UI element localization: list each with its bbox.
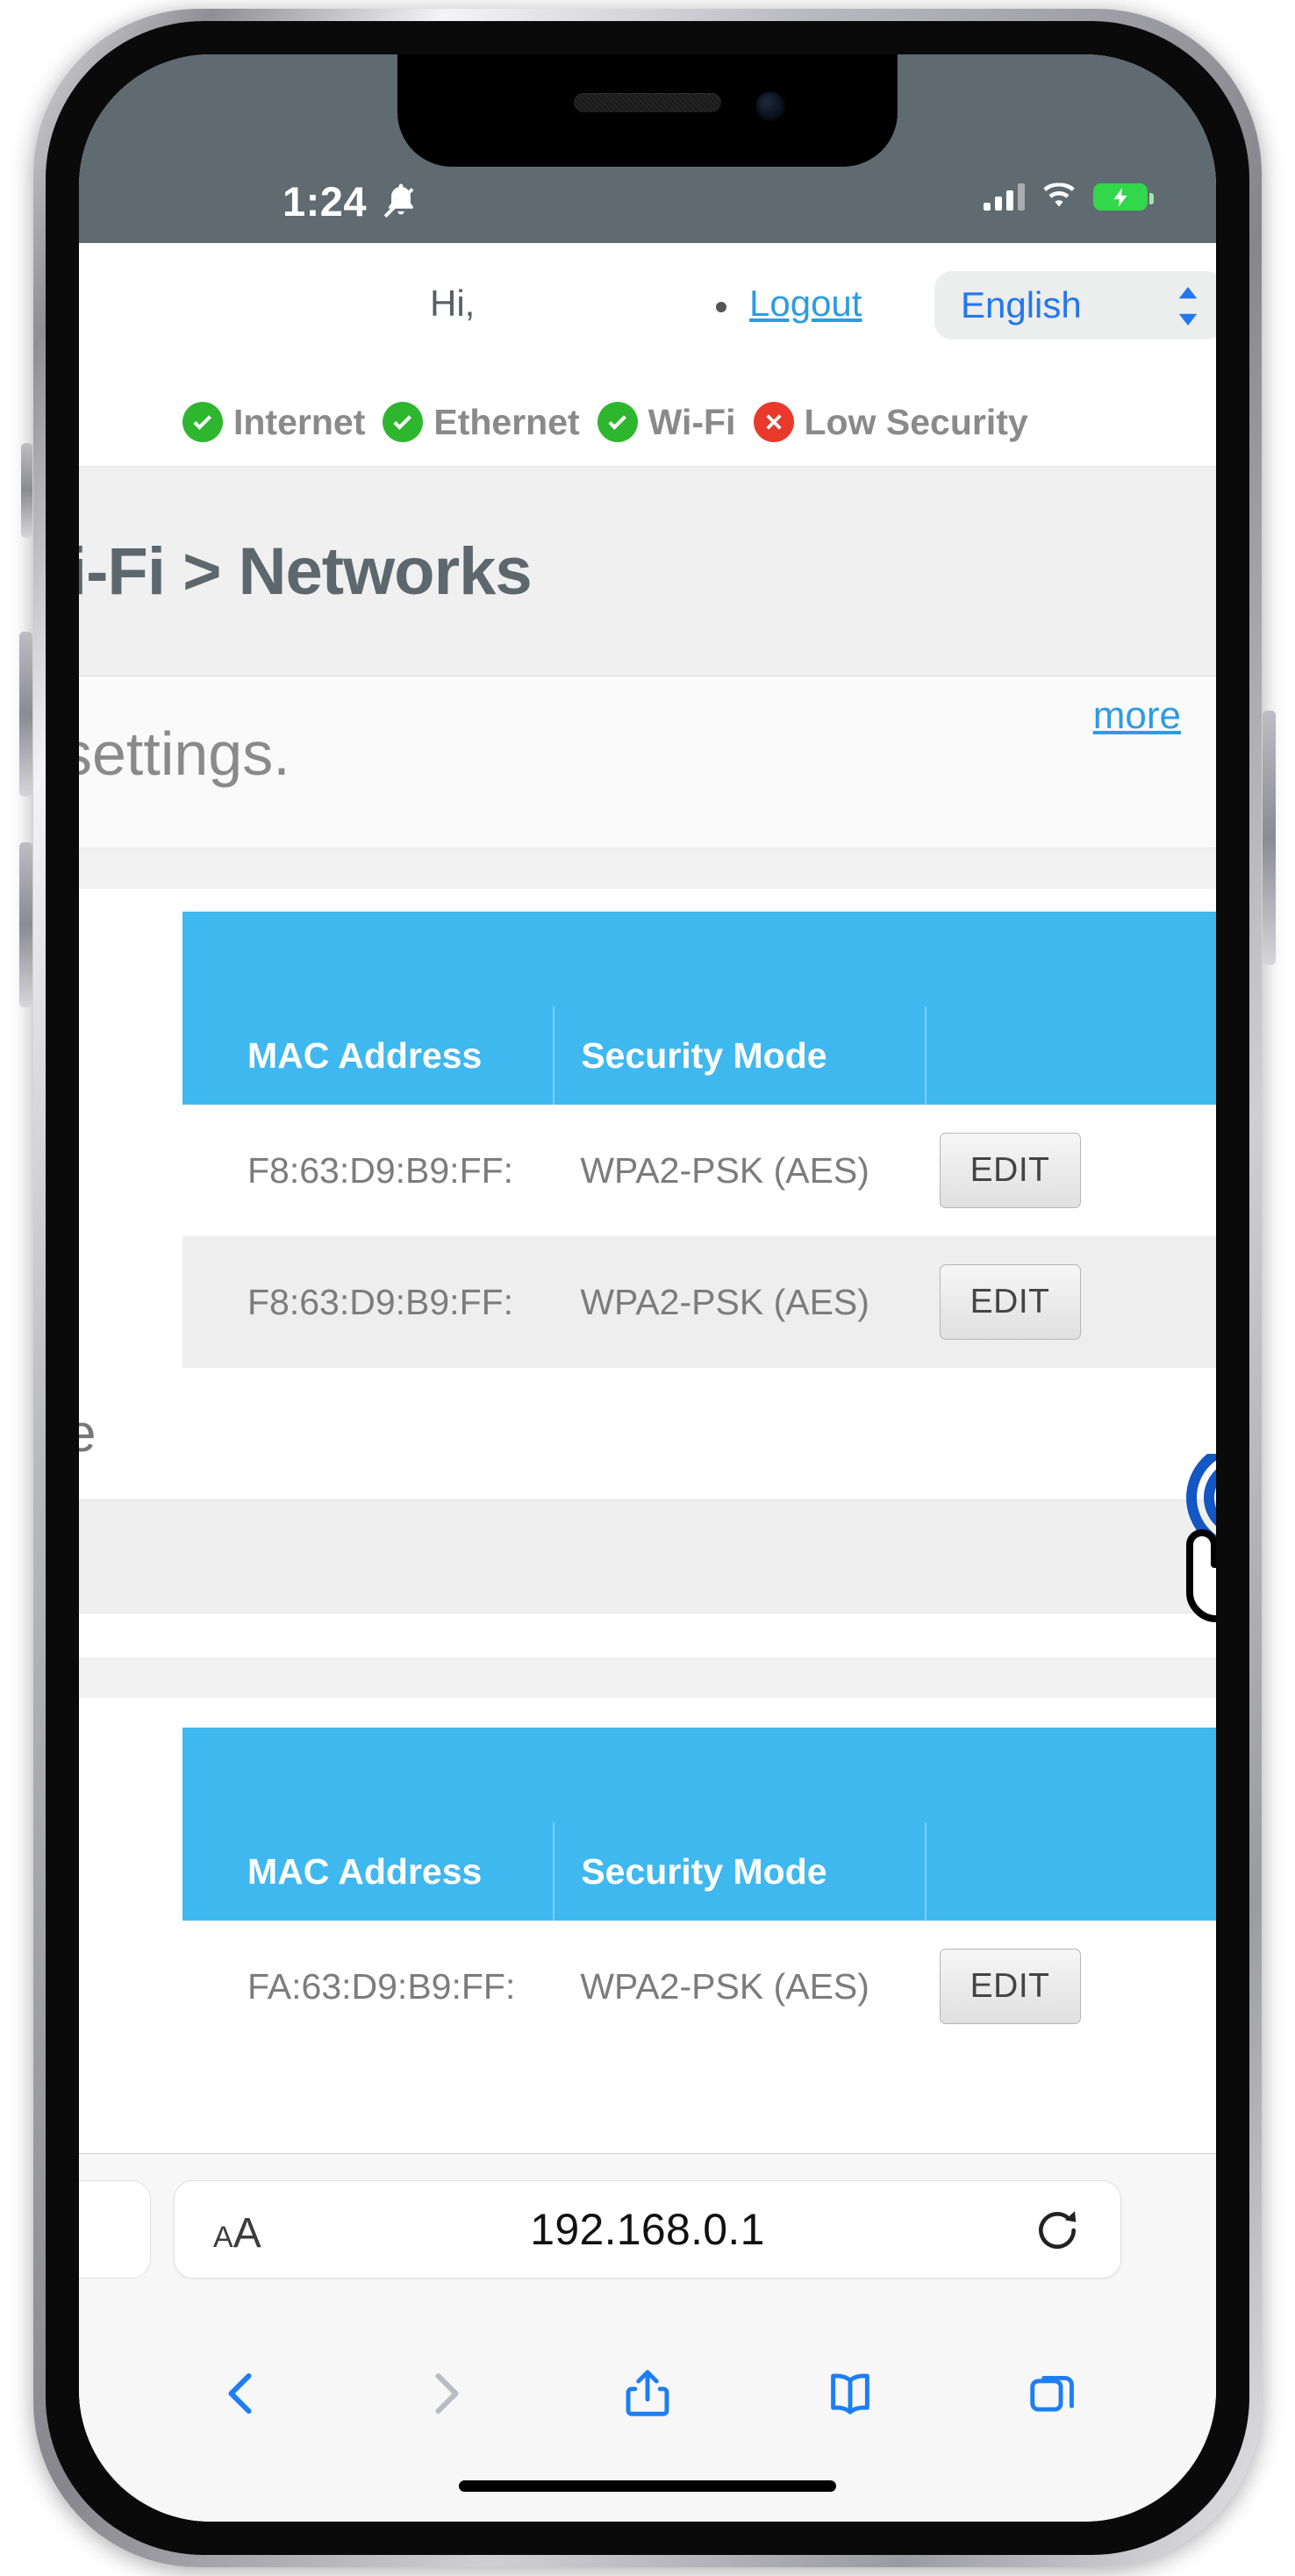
column-header-mac: MAC Address bbox=[182, 1822, 554, 1921]
table-row: F8:63:D9:B9:FF: WPA2-PSK (AES) EDIT bbox=[182, 1236, 1216, 1368]
front-camera bbox=[755, 91, 785, 121]
table-caption-bar bbox=[182, 1728, 1216, 1822]
clipped-text: e bbox=[79, 1404, 97, 1463]
forward-button[interactable] bbox=[411, 2360, 478, 2427]
logout-link[interactable]: Logout bbox=[749, 283, 862, 325]
cell-security: WPA2-PSK (AES) bbox=[554, 1236, 926, 1368]
check-circle-icon bbox=[597, 402, 638, 442]
tabs-button[interactable] bbox=[1020, 2360, 1086, 2427]
section-spacer bbox=[79, 1614, 1216, 1657]
url-text[interactable]: 192.168.0.1 bbox=[175, 2204, 1120, 2255]
share-button[interactable] bbox=[614, 2360, 681, 2427]
battery-charging-icon bbox=[1093, 182, 1154, 211]
check-circle-icon bbox=[182, 402, 223, 442]
chevron-updown-icon bbox=[1178, 287, 1198, 326]
text-size-button[interactable]: AA bbox=[213, 2209, 261, 2258]
table-caption-bar bbox=[182, 912, 1216, 1006]
breadcrumb: i-Fi > Networks bbox=[79, 533, 533, 609]
column-header-actions bbox=[924, 1822, 1216, 1921]
description-text: settings. bbox=[79, 719, 290, 788]
breadcrumb-bar: i-Fi > Networks bbox=[79, 466, 1216, 676]
gray-strip bbox=[79, 1499, 1216, 1614]
table-header-row: MAC Address Security Mode bbox=[182, 1822, 1216, 1921]
status-chip-wifi[interactable]: Wi-Fi bbox=[597, 402, 736, 443]
cell-actions: EDIT bbox=[925, 1236, 1216, 1368]
column-header-security: Security Mode bbox=[553, 1006, 926, 1105]
status-icons bbox=[984, 182, 1154, 211]
x-circle-icon bbox=[753, 402, 794, 442]
reload-icon[interactable] bbox=[1033, 2206, 1082, 2255]
cell-actions: EDIT bbox=[925, 1921, 1216, 2052]
table-header-row: MAC Address Security Mode bbox=[182, 1006, 1216, 1105]
status-chip-label: Wi-Fi bbox=[648, 401, 736, 442]
column-header-actions bbox=[924, 1006, 1216, 1105]
browser-nav-row bbox=[79, 2360, 1216, 2427]
mute-switch[interactable] bbox=[21, 443, 32, 538]
adjacent-tab-peek[interactable] bbox=[79, 2180, 151, 2279]
cell-mac: F8:63:D9:B9:FF: bbox=[182, 1105, 554, 1236]
language-select[interactable]: English bbox=[934, 271, 1216, 340]
table-row: FA:63:D9:B9:FF: WPA2-PSK (AES) EDIT bbox=[182, 1921, 1216, 2052]
web-content: Hi, Logout English Internet Ethernet Wi-… bbox=[79, 243, 1216, 2156]
bell-muted-icon bbox=[383, 183, 414, 218]
section-spacer bbox=[79, 848, 1216, 889]
network-table-2: MAC Address Security Mode FA:63:D9:B9:FF… bbox=[79, 1728, 1216, 2052]
cell-mac: FA:63:D9:B9:FF: bbox=[182, 1921, 554, 2052]
back-button[interactable] bbox=[209, 2360, 275, 2427]
bookmarks-button[interactable] bbox=[817, 2360, 884, 2427]
edit-button[interactable]: EDIT bbox=[939, 1264, 1081, 1340]
phone-screen: 1:24 Hi, Logout English Internet Etherne… bbox=[79, 54, 1216, 2522]
status-chip-internet[interactable]: Internet bbox=[182, 402, 365, 443]
notch bbox=[397, 54, 898, 167]
status-chip-row: Internet Ethernet Wi-Fi Low Security bbox=[79, 375, 1216, 466]
edit-button[interactable]: EDIT bbox=[939, 1949, 1081, 2024]
column-header-security: Security Mode bbox=[553, 1822, 926, 1921]
cellular-signal-icon bbox=[984, 182, 1025, 211]
separator-dot bbox=[716, 302, 726, 312]
browser-bottom-bar: AA 192.168.0.1 bbox=[79, 2153, 1216, 2522]
check-circle-icon bbox=[383, 402, 424, 442]
status-time: 1:24 bbox=[283, 178, 368, 225]
volume-up-button[interactable] bbox=[19, 632, 32, 797]
edit-button[interactable]: EDIT bbox=[939, 1133, 1081, 1208]
status-chip-low-security[interactable]: Low Security bbox=[753, 401, 1028, 443]
language-select-value: English bbox=[961, 284, 1082, 326]
network-table-1: MAC Address Security Mode F8:63:D9:B9:FF… bbox=[79, 912, 1216, 1368]
cell-mac: F8:63:D9:B9:FF: bbox=[182, 1236, 554, 1368]
status-bar: 1:24 bbox=[79, 54, 1216, 243]
power-button[interactable] bbox=[1263, 711, 1276, 965]
description-bar: settings. more bbox=[79, 676, 1216, 848]
wifi-icon bbox=[1043, 182, 1075, 207]
status-chip-ethernet[interactable]: Ethernet bbox=[383, 401, 580, 443]
section-spacer bbox=[79, 889, 1216, 912]
status-chip-label: Ethernet bbox=[433, 401, 580, 442]
section-spacer bbox=[79, 1657, 1216, 1698]
home-indicator[interactable] bbox=[459, 2480, 836, 2492]
column-header-mac: MAC Address bbox=[182, 1006, 554, 1105]
cell-actions: EDIT bbox=[925, 1105, 1216, 1236]
cell-security: WPA2-PSK (AES) bbox=[554, 1921, 926, 2052]
volume-down-button[interactable] bbox=[19, 842, 32, 1007]
account-row: Hi, Logout English bbox=[79, 243, 1216, 375]
table-row: F8:63:D9:B9:FF: WPA2-PSK (AES) EDIT bbox=[182, 1105, 1216, 1236]
text-size-small-a: A bbox=[213, 2221, 233, 2254]
cell-security: WPA2-PSK (AES) bbox=[554, 1105, 926, 1236]
earpiece-speaker bbox=[574, 93, 721, 112]
status-chip-label: Internet bbox=[233, 401, 366, 442]
text-size-large-a: A bbox=[233, 2210, 261, 2257]
more-link[interactable]: more bbox=[1093, 694, 1181, 738]
mid-section: e bbox=[79, 1368, 1216, 1499]
section-spacer bbox=[79, 1698, 1216, 1728]
status-chip-label: Low Security bbox=[804, 401, 1028, 442]
greeting-text: Hi, bbox=[430, 283, 476, 324]
address-bar[interactable]: AA 192.168.0.1 bbox=[174, 2180, 1121, 2279]
screenshot-root: 1:24 Hi, Logout English Internet Etherne… bbox=[0, 0, 1295, 2576]
